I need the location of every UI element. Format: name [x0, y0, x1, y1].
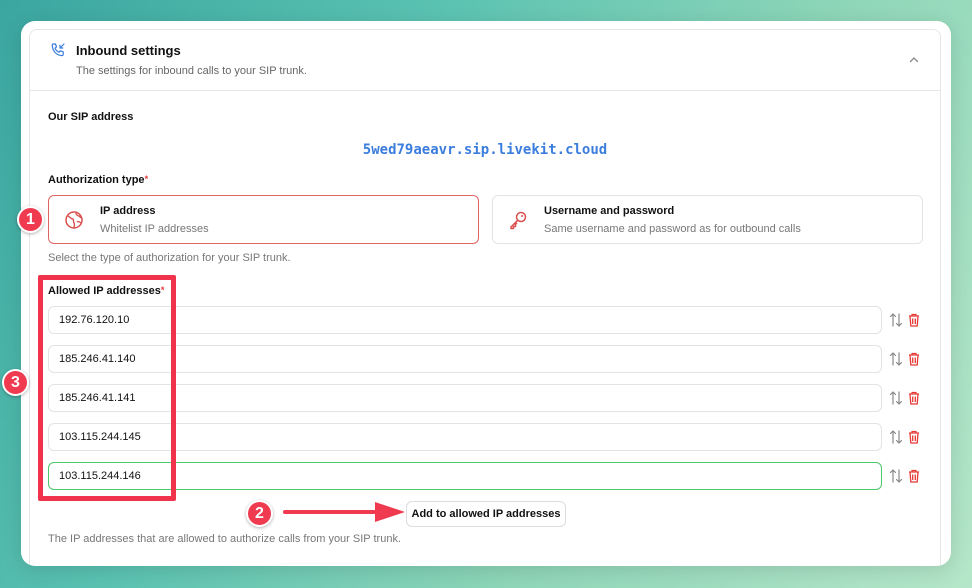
phone-incoming-icon: [51, 43, 65, 57]
globe-icon: [65, 211, 83, 229]
section-subtitle: The settings for inbound calls to your S…: [76, 65, 307, 77]
reorder-icon[interactable]: [889, 312, 903, 328]
sip-address-value: 5wed79aeavr.sip.livekit.cloud: [362, 142, 608, 158]
annotation-badge-1: 1: [17, 206, 44, 233]
auth-type-help: Select the type of authorization for you…: [48, 252, 291, 264]
reorder-icon[interactable]: [889, 429, 903, 445]
auth-option-username-password[interactable]: Username and password Same username and …: [492, 195, 923, 244]
auth-option-desc: Whitelist IP addresses: [100, 223, 209, 235]
section-title: Inbound settings: [76, 43, 181, 58]
trash-icon[interactable]: [908, 430, 920, 444]
trash-icon[interactable]: [908, 313, 920, 327]
trash-icon[interactable]: [908, 391, 920, 405]
auth-option-ip-address[interactable]: IP address Whitelist IP addresses: [48, 195, 479, 244]
allowed-ips-help: The IP addresses that are allowed to aut…: [48, 533, 401, 545]
row-actions: [889, 468, 923, 484]
section-header[interactable]: Inbound settings The settings for inboun…: [30, 30, 940, 91]
add-ip-button[interactable]: Add to allowed IP addresses: [406, 501, 566, 527]
annotation-badge-3: 3: [2, 369, 29, 396]
reorder-icon[interactable]: [889, 468, 903, 484]
annotation-badge-2: 2: [246, 500, 273, 527]
trash-icon[interactable]: [908, 352, 920, 366]
auth-type-label: Authorization type*: [48, 174, 149, 186]
row-actions: [889, 351, 923, 367]
auth-option-desc: Same username and password as for outbou…: [544, 223, 801, 235]
highlight-box-ip-list: [38, 275, 176, 501]
key-icon: [510, 211, 527, 230]
chevron-up-icon[interactable]: [908, 54, 920, 66]
auth-option-title: Username and password: [544, 205, 675, 217]
row-actions: [889, 429, 923, 445]
row-actions: [889, 312, 923, 328]
auth-option-title: IP address: [100, 205, 156, 217]
annotation-arrow-icon: [283, 502, 405, 522]
row-actions: [889, 390, 923, 406]
trash-icon[interactable]: [908, 469, 920, 483]
sip-address-label: Our SIP address: [48, 111, 134, 123]
reorder-icon[interactable]: [889, 390, 903, 406]
reorder-icon[interactable]: [889, 351, 903, 367]
